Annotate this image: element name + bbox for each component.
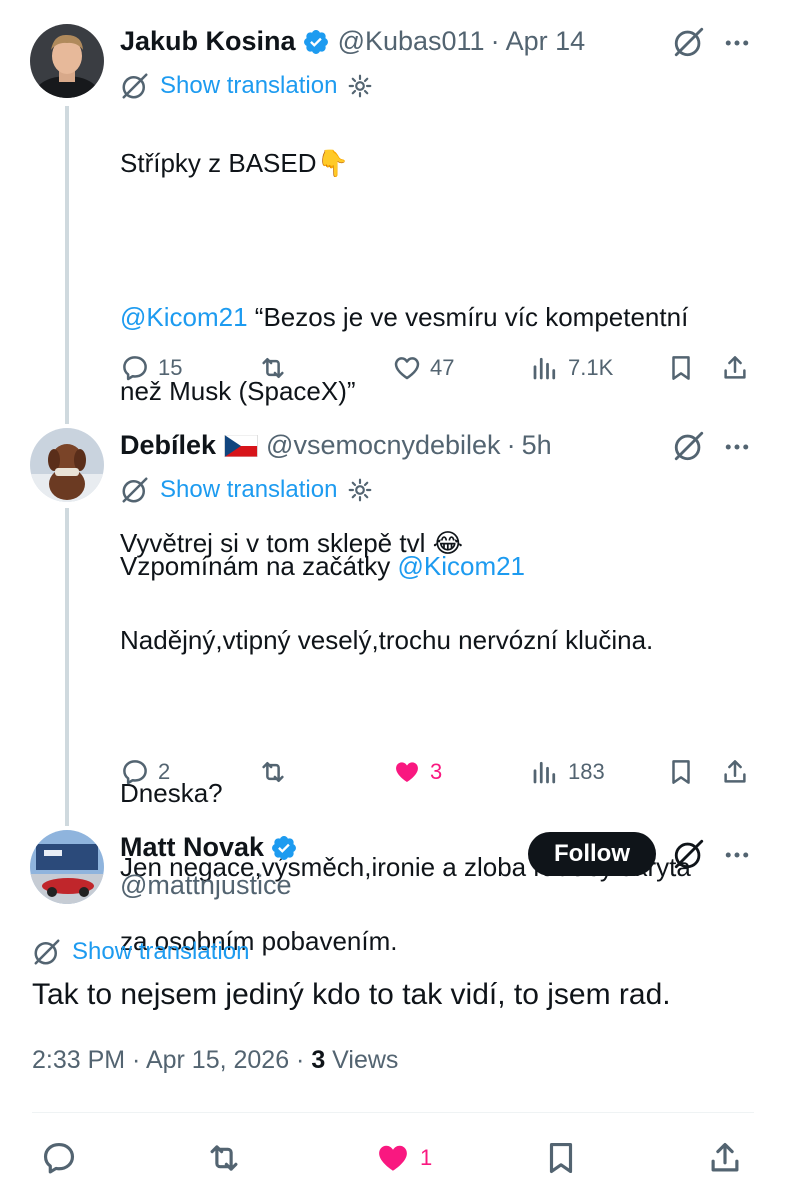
reply-button[interactable]: 15 [120,348,182,388]
separator: · [506,430,516,460]
show-translation[interactable]: Show translation [32,937,249,967]
gear-icon[interactable] [347,477,373,503]
thread-line [65,106,69,424]
views-icon [533,761,556,784]
text-line: “Bezos je ve vesmíru víc kompetentní [247,302,689,332]
reply-button[interactable] [40,1138,78,1178]
retweet-icon [262,762,284,782]
separator: · [490,26,500,56]
handle[interactable]: @vsemocnydebilek [266,430,501,461]
like-count: 47 [430,355,455,380]
timestamp[interactable]: Apr 14 [506,26,586,57]
display-name[interactable]: Jakub Kosina [120,26,296,57]
divider [32,1112,754,1113]
reply-icon [43,1142,75,1174]
retweet-button[interactable] [205,1138,243,1178]
share-icon [724,760,746,783]
handle[interactable]: @Kubas011 [338,26,485,57]
more-icon[interactable] [722,432,752,462]
mention-link[interactable]: @Kicom21 [120,302,248,332]
heart-outline-icon [394,357,420,380]
views-count: 183 [568,759,605,784]
czech-flag-icon [224,434,258,457]
views-button[interactable]: 7.1K [530,348,613,388]
show-translation-label[interactable]: Show translation [160,72,337,100]
follow-button[interactable]: Follow [528,832,656,876]
show-translation-label[interactable]: Show translation [72,938,249,966]
grok-icon [34,939,60,965]
tweet-text: Tak to nejsem jediný kdo to tak vidí, to… [32,978,671,1011]
grok-icon [122,477,148,503]
heart-filled-icon [379,1145,407,1171]
reply-icon [123,760,147,785]
tweet-meta: 2:33 PM · Apr 15, 2026 · 3 Views [32,1046,398,1075]
avatar[interactable] [30,830,104,904]
reply-count: 15 [158,355,183,380]
more-icon[interactable] [722,840,752,870]
like-button[interactable]: 1 [374,1138,432,1178]
tweet-actions: 1 [40,1138,760,1178]
tweet-actions: 15 47 7.1K [120,348,760,388]
reply-count: 2 [158,759,171,784]
avatar[interactable] [30,24,104,98]
tweet-actions: 2 3 183 [120,752,760,792]
handle-row: @mattnjustice [120,870,291,901]
bookmark-button[interactable] [666,752,696,792]
share-icon [724,356,746,379]
show-translation[interactable]: Show translation [120,475,383,505]
display-name[interactable]: Debílek [120,430,216,461]
like-count: 3 [430,759,443,784]
point-down-emoji: 👇 [316,148,349,178]
tweet-header: Matt Novak [120,832,298,863]
tweet-header: Debílek @vsemocnydebilek · 5h [120,430,552,461]
like-button[interactable]: 3 [392,752,442,792]
verified-badge-icon [272,835,296,860]
gear-icon[interactable] [347,73,373,99]
text-line: Střípky z BASED [120,148,317,178]
text-line: Vzpomínám na začátky [120,551,398,581]
retweet-button[interactable] [258,752,296,792]
thread-line [65,508,69,826]
grok-icon[interactable] [672,429,706,463]
handle[interactable]: @mattnjustice [120,870,291,901]
show-translation[interactable]: Show translation [120,71,383,101]
bookmark-icon [549,1142,573,1174]
grok-icon[interactable] [672,25,706,59]
bookmark-button[interactable] [666,348,696,388]
like-button[interactable]: 47 [392,348,454,388]
views-icon [533,357,556,380]
show-translation-label[interactable]: Show translation [160,476,337,504]
text-line: Nadějný,vtipný veselý,trochu nervózní kl… [120,625,654,655]
share-button[interactable] [720,348,750,388]
views-count: 3 [311,1046,326,1074]
reply-icon [123,356,147,381]
share-icon [711,1142,739,1172]
timestamp[interactable]: 5h [522,430,552,461]
like-count: 1 [420,1145,433,1170]
tweet-header: Jakub Kosina @Kubas011 · Apr 14 [120,26,585,57]
bookmark-icon [672,760,690,784]
retweet-icon [262,358,284,378]
views-label: Views [325,1046,399,1074]
reply-button[interactable]: 2 [120,752,170,792]
views-button[interactable]: 183 [530,752,605,792]
mention-link[interactable]: @Kicom21 [397,551,525,581]
more-icon[interactable] [722,28,752,58]
heart-filled-icon [396,762,418,782]
bookmark-icon [672,356,690,380]
retweet-icon [210,1145,238,1171]
share-button[interactable] [720,752,750,792]
display-name[interactable]: Matt Novak [120,832,264,863]
verified-badge-icon [303,29,328,54]
grok-icon [122,73,148,99]
retweet-button[interactable] [258,348,296,388]
grok-icon[interactable] [672,837,706,871]
timestamp[interactable]: 2:33 PM · Apr 15, 2026 · [32,1046,311,1074]
avatar[interactable] [30,428,104,502]
share-button[interactable] [706,1138,744,1178]
bookmark-button[interactable] [542,1138,580,1178]
views-count: 7.1K [568,355,614,380]
